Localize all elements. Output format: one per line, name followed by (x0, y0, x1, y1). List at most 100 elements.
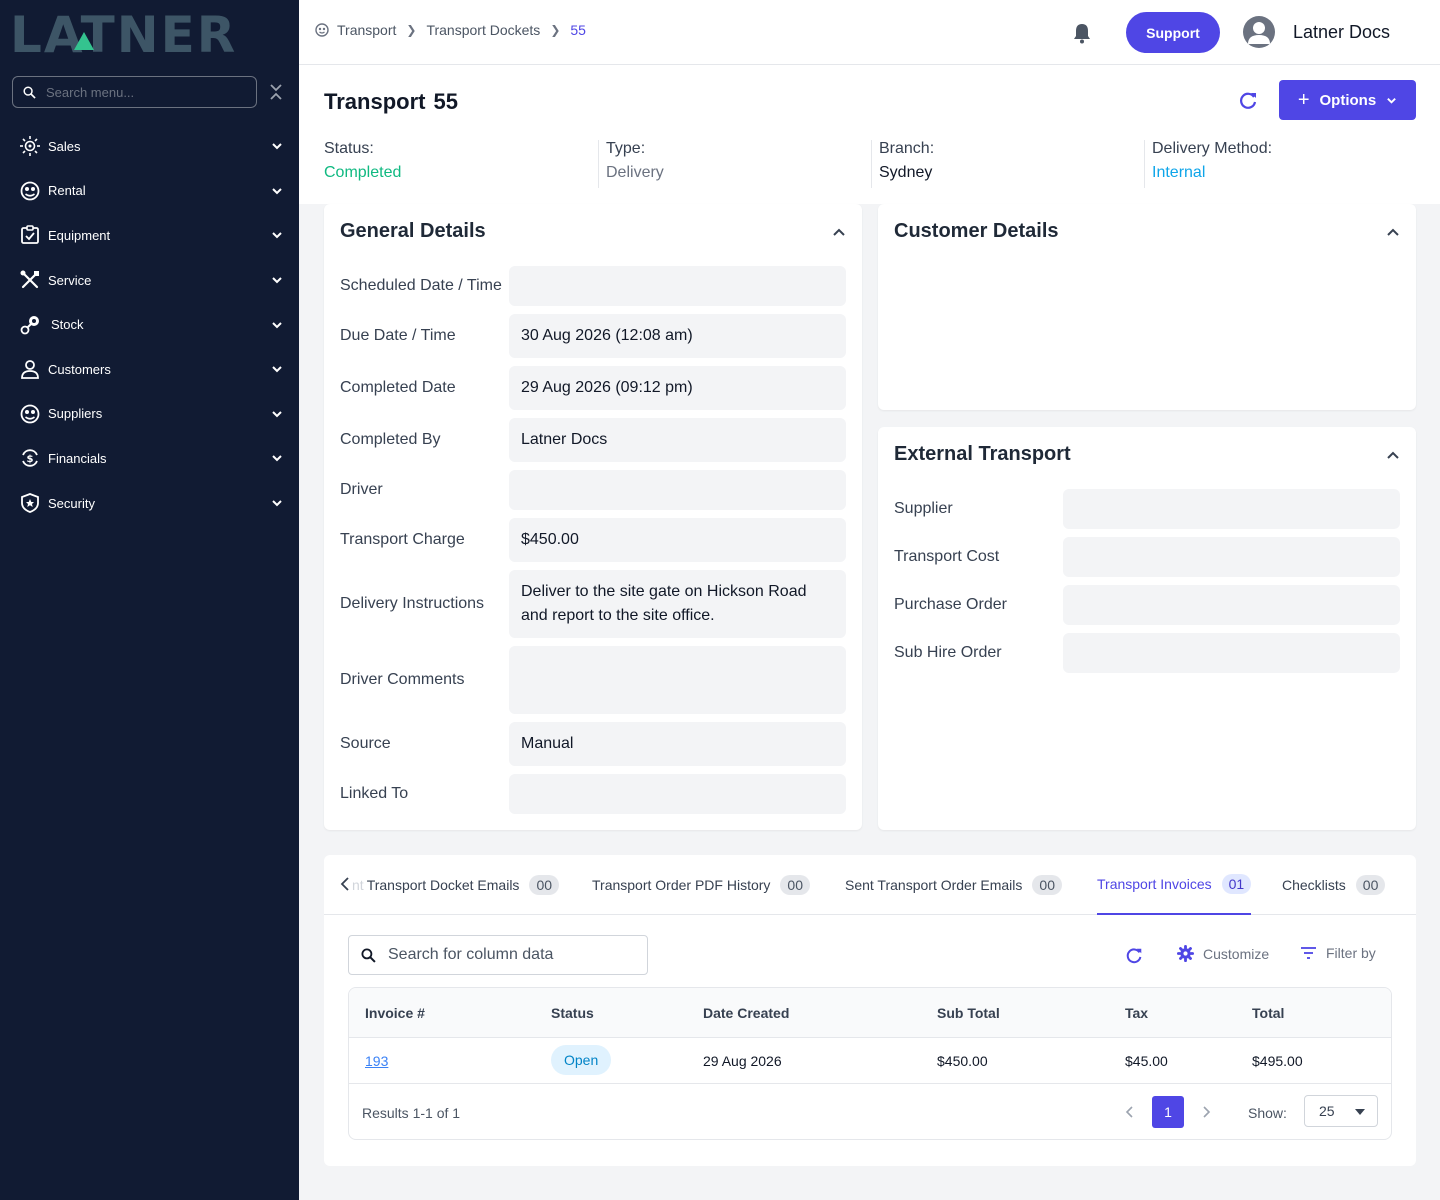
field-value[interactable] (1063, 537, 1400, 577)
breadcrumb-transport-dockets[interactable]: Transport Dockets (426, 22, 540, 38)
column-header[interactable]: Total (1252, 1005, 1284, 1021)
tax-cell: $45.00 (1125, 1053, 1168, 1069)
field-value[interactable] (509, 470, 846, 510)
field-value[interactable] (1063, 633, 1400, 673)
tab-transport-order-pdf-history[interactable]: Transport Order PDF History 00 (592, 855, 810, 915)
chevron-up-icon[interactable] (832, 225, 846, 239)
invoice-link[interactable]: 193 (365, 1053, 388, 1069)
table-search[interactable]: Search for column data (348, 935, 648, 975)
user-name[interactable]: Latner Docs (1293, 22, 1390, 43)
tab-checklists[interactable]: Checklists 00 (1282, 855, 1386, 915)
field-value[interactable] (1063, 489, 1400, 529)
status-badge: Open (551, 1045, 612, 1075)
field-value[interactable] (509, 266, 846, 306)
refresh-table-icon[interactable] (1124, 946, 1144, 966)
field-value[interactable]: Latner Docs (509, 418, 846, 462)
latner-logo[interactable]: LATNER (10, 10, 280, 56)
page-button[interactable]: 1 (1152, 1096, 1184, 1128)
sidebar-item-equipment[interactable]: Equipment (0, 213, 299, 258)
field-scheduled-date: Scheduled Date / Time (340, 266, 846, 306)
refresh-icon[interactable] (1237, 90, 1259, 112)
sidebar-item-label: Financials (48, 450, 107, 466)
field-value[interactable] (509, 774, 846, 814)
meta-delivery-method: Delivery Method: Internal (1144, 140, 1272, 188)
service-icon (19, 269, 41, 291)
field-label: Supplier (894, 500, 953, 517)
field-label: Due Date / Time (340, 327, 456, 344)
breadcrumb: Transport ❯ Transport Dockets ❯ 55 (315, 22, 586, 38)
search-icon (23, 85, 36, 99)
external-transport-card: External Transport Supplier Transport Co… (878, 427, 1416, 830)
topbar: Transport ❯ Transport Dockets ❯ 55 Suppo… (299, 0, 1440, 65)
chevron-up-icon[interactable] (1386, 225, 1400, 239)
table-header: Invoice # Status Date Created Sub Total … (349, 988, 1391, 1038)
meta-status: Status: Completed (324, 140, 401, 188)
user-avatar[interactable] (1243, 16, 1275, 48)
results-count: Results 1-1 of 1 (362, 1105, 461, 1121)
next-page-icon[interactable] (1201, 1106, 1211, 1118)
transport-header: Transport 55 + Options Status: Completed … (299, 65, 1440, 204)
sidebar-item-service[interactable]: Service (0, 258, 299, 303)
meta-value: Internal (1152, 164, 1206, 181)
notifications-bell-icon[interactable] (1072, 22, 1092, 44)
meta-value: Completed (324, 164, 402, 181)
card-title: External Transport (894, 443, 1071, 465)
breadcrumb-separator: ❯ (406, 23, 417, 37)
field-label: Completed Date (340, 379, 456, 396)
caret-down-icon (1355, 1109, 1365, 1115)
sidebar-item-rental[interactable]: Rental (0, 169, 299, 214)
sidebar-item-label: Equipment (48, 227, 111, 243)
field-value[interactable]: $450.00 (509, 518, 846, 562)
tab-sent-transport-order-emails[interactable]: Sent Transport Order Emails 00 (845, 855, 1062, 915)
sidebar-item-security[interactable]: Security (0, 481, 299, 526)
field-value[interactable] (1063, 585, 1400, 625)
field-label: Completed By (340, 431, 441, 448)
menu-search[interactable]: Search menu... (12, 76, 257, 108)
previous-page-icon[interactable] (1125, 1106, 1135, 1118)
column-header[interactable]: Date Created (703, 1005, 789, 1021)
options-button[interactable]: + Options (1279, 80, 1416, 120)
column-header[interactable]: Status (551, 1005, 594, 1021)
sidebar-item-sales[interactable]: Sales (0, 124, 299, 169)
field-value[interactable]: Deliver to the site gate on Hickson Road… (509, 570, 846, 638)
field-value[interactable]: Manual (509, 722, 846, 766)
options-label: Options (1319, 91, 1377, 109)
sidebar-item-financials[interactable]: $ Financials (0, 436, 299, 481)
chevron-down-icon (272, 411, 282, 418)
general-details-card: General Details Scheduled Date / Time Du… (324, 204, 862, 830)
field-value[interactable] (509, 646, 846, 714)
equipment-icon (19, 224, 41, 246)
page-size-select[interactable]: 25 (1304, 1095, 1378, 1127)
sidebar-item-customers[interactable]: Customers (0, 347, 299, 392)
field-value[interactable]: 29 Aug 2026 (09:12 pm) (509, 366, 846, 410)
meta-value: Delivery (606, 164, 664, 181)
tab-transport-docket-emails[interactable]: nt Transport Docket Emails 00 (352, 855, 560, 915)
customers-icon (19, 358, 41, 380)
tab-label: Sent Transport Order Emails (845, 877, 1023, 893)
support-button[interactable]: Support (1126, 12, 1220, 53)
filter-label: Filter by (1326, 945, 1376, 961)
sidebar-item-suppliers[interactable]: Suppliers (0, 392, 299, 437)
field-purchase-order: Purchase Order (894, 585, 1400, 625)
chevron-down-icon (1387, 97, 1396, 104)
meta-type: Type: Delivery (598, 140, 664, 188)
column-header[interactable]: Tax (1125, 1005, 1148, 1021)
sidebar-item-stock[interactable]: Stock (0, 302, 299, 347)
tab-label: Transport Invoices (1097, 876, 1212, 892)
scroll-tabs-left-icon[interactable] (340, 877, 350, 891)
collapse-sidebar-icon[interactable] (268, 82, 284, 102)
customize-label: Customize (1203, 945, 1270, 962)
chevron-up-icon[interactable] (1386, 448, 1400, 462)
breadcrumb-transport[interactable]: Transport (337, 22, 396, 38)
chevron-down-icon (272, 455, 282, 462)
customize-button[interactable]: Customize (1177, 945, 1269, 962)
meta-branch: Branch: Sydney (871, 140, 934, 188)
tab-label-fragment: nt (352, 877, 364, 893)
field-value[interactable]: 30 Aug 2026 (12:08 am) (509, 314, 846, 358)
stock-icon (19, 314, 41, 336)
user-avatar-icon (1248, 22, 1270, 44)
filter-button[interactable]: Filter by (1300, 945, 1376, 961)
column-header[interactable]: Invoice # (365, 1005, 425, 1021)
tab-transport-invoices[interactable]: Transport Invoices 01 (1097, 855, 1252, 915)
column-header[interactable]: Sub Total (937, 1005, 1000, 1021)
